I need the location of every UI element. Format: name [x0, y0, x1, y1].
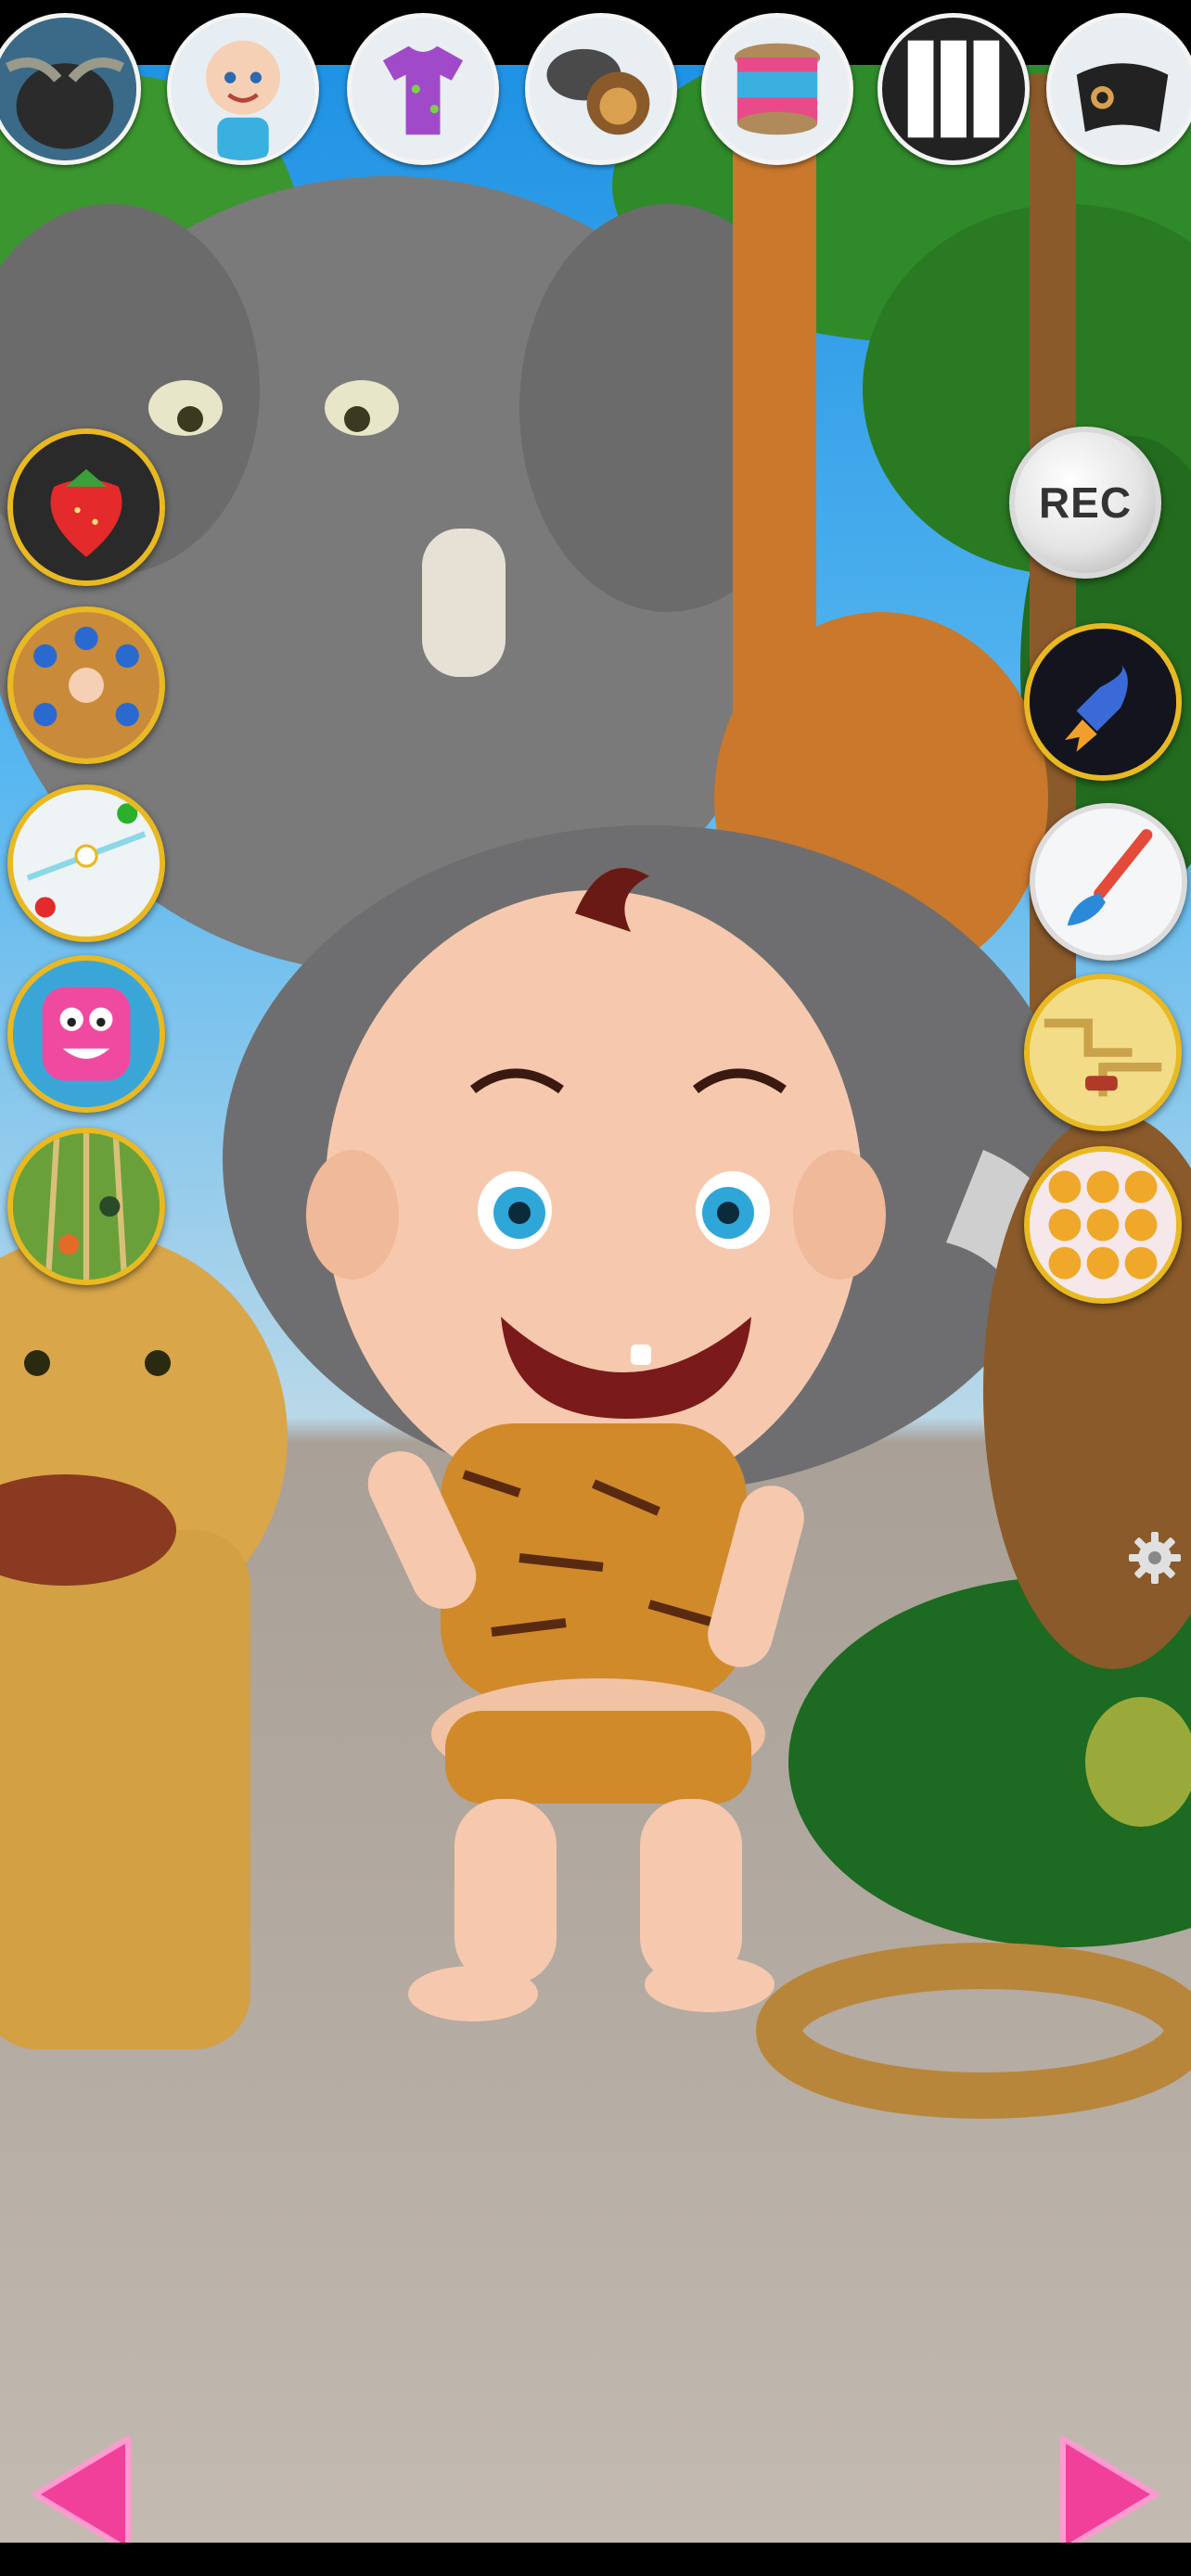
previous-arrow-button[interactable] — [26, 2429, 137, 2559]
maze-icon — [1030, 979, 1176, 1126]
right-arrow-icon — [1060, 2436, 1159, 2553]
twister-icon — [13, 612, 160, 759]
record-button[interactable]: REC — [1009, 427, 1161, 579]
rocket-game-button[interactable] — [1024, 623, 1182, 781]
baby-icon — [172, 18, 314, 160]
piano-icon — [882, 18, 1025, 160]
twister-game-button[interactable] — [7, 606, 165, 764]
strawberry-icon — [13, 434, 160, 580]
air-hockey-icon — [13, 790, 160, 937]
lanes-icon — [13, 1133, 160, 1280]
drum-icon — [706, 18, 849, 160]
next-arrow-button[interactable] — [1054, 2429, 1165, 2559]
settings-gear-icon[interactable] — [1127, 1530, 1183, 1586]
piano-button[interactable] — [877, 13, 1030, 165]
lion-icon — [530, 18, 672, 160]
emoji-grid-icon — [1030, 1152, 1176, 1298]
record-label: REC — [1038, 478, 1133, 527]
pink-face-icon — [13, 961, 160, 1107]
buffalo-icon — [0, 18, 136, 160]
jungle-scene[interactable] — [0, 0, 1191, 2576]
jelly-face-game-button[interactable] — [7, 955, 165, 1113]
paintbrush-icon — [1035, 809, 1182, 955]
bowling-game-button[interactable] — [7, 1128, 165, 1285]
fruit-game-button[interactable] — [7, 428, 165, 586]
paint-button[interactable] — [1030, 803, 1187, 961]
scene-artwork — [0, 28, 1191, 2119]
emoji-match-game-button[interactable] — [1024, 1146, 1182, 1304]
rocket-icon — [1030, 629, 1176, 775]
bottom-bar — [0, 2543, 1191, 2576]
gamepad-icon — [1051, 18, 1191, 160]
air-hockey-game-button[interactable] — [7, 784, 165, 942]
clothes-button[interactable] — [347, 13, 499, 165]
baby-character-button[interactable] — [167, 13, 319, 165]
drum-button[interactable] — [701, 13, 853, 165]
shirt-icon — [352, 18, 494, 160]
maze-game-button[interactable] — [1024, 974, 1182, 1131]
animals-scene-button[interactable] — [525, 13, 677, 165]
gamepad-button[interactable] — [1046, 13, 1191, 165]
left-arrow-icon — [32, 2436, 131, 2553]
